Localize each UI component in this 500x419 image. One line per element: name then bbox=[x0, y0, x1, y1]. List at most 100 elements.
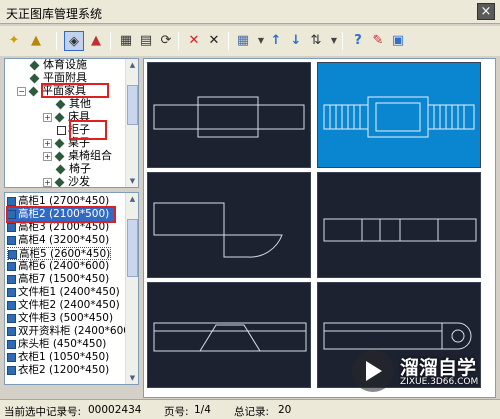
category-icon bbox=[54, 138, 65, 148]
expand-icon[interactable]: + bbox=[43, 151, 52, 161]
list-item[interactable]: 高柜6 (2400*600) bbox=[7, 260, 109, 273]
close-icon: × bbox=[480, 4, 492, 19]
preview-tile[interactable] bbox=[317, 172, 481, 278]
scroll-down-icon[interactable]: ▼ bbox=[127, 175, 138, 187]
preview-tile[interactable] bbox=[147, 62, 311, 168]
category-icon bbox=[28, 86, 39, 96]
expand-icon[interactable]: + bbox=[43, 177, 52, 187]
category-icon bbox=[55, 164, 66, 174]
expand-icon[interactable]: + bbox=[43, 138, 52, 148]
tree-item[interactable]: 椅子 bbox=[55, 163, 91, 175]
list-item[interactable]: 文件柜1 (2400*450) bbox=[7, 286, 120, 299]
cabinet-drawing bbox=[153, 202, 283, 258]
delete-all-button[interactable]: ✕ bbox=[204, 31, 224, 51]
settings-icon: ✎ bbox=[372, 33, 384, 48]
record-icon bbox=[7, 261, 16, 271]
preview-tile-selected[interactable] bbox=[317, 62, 481, 168]
record-icon bbox=[7, 313, 16, 323]
settings-button[interactable]: ✎ bbox=[368, 31, 388, 51]
status-bar: 当前选中记录号: 00002434 页号: 1/4 总记录: 20 bbox=[0, 399, 500, 419]
record-icon bbox=[7, 352, 16, 362]
new-lib-button[interactable]: ✦ bbox=[4, 31, 24, 51]
scroll-thumb[interactable] bbox=[127, 85, 138, 125]
list-item[interactable]: 文件柜3 (500*450) bbox=[7, 312, 113, 325]
watermark: 溜溜自学 ZIXUE.3D66.COM bbox=[352, 350, 492, 394]
category-tree[interactable]: 体育设施 平面附具 − 平面家具 其他 + 床具 柜子 + 桌子 + 桌椅组合 椅子 +… bbox=[4, 58, 139, 188]
record-list[interactable]: 高柜1 (2700*450) 高柜2 (2100*500) 高柜3 (2100*… bbox=[4, 192, 139, 385]
delete-button[interactable]: ✕ bbox=[184, 31, 204, 51]
record-icon bbox=[7, 326, 16, 336]
layout-button[interactable]: ▦ bbox=[233, 31, 253, 51]
list-item[interactable]: 衣柜1 (1050*450) bbox=[7, 351, 109, 364]
title-bar: 天正图库管理系统 × bbox=[0, 0, 500, 24]
toolbar: ✦ ▲ ◈ ▲ ▦ ▤ ⟳ ✕ ✕ ▦ ▼ ↑ ↓ ⇅ ▼ ? ✎ ▣ bbox=[0, 26, 500, 56]
total-value: 20 bbox=[278, 404, 292, 416]
close-button[interactable]: × bbox=[477, 3, 495, 20]
toolbar-separator bbox=[342, 32, 343, 50]
expand-icon[interactable]: + bbox=[43, 112, 52, 122]
scroll-up-icon[interactable]: ▲ bbox=[127, 193, 138, 205]
move-up-icon: ↑ bbox=[270, 33, 282, 48]
record-icon bbox=[7, 339, 16, 349]
sort-button[interactable]: ⇅ bbox=[306, 31, 326, 51]
batch-icon: ▲ bbox=[91, 33, 101, 48]
scroll-down-icon[interactable]: ▼ bbox=[127, 372, 138, 384]
cabinet-drawing bbox=[153, 322, 307, 352]
record-icon bbox=[8, 249, 17, 259]
delete-all-icon: ✕ bbox=[208, 33, 220, 48]
batch-button[interactable]: ▲ bbox=[86, 31, 106, 51]
import-button[interactable]: ▤ bbox=[136, 31, 156, 51]
tree-scrollbar[interactable]: ▲ ▼ bbox=[125, 59, 138, 187]
category-icon bbox=[54, 112, 65, 122]
layout-icon: ▦ bbox=[236, 33, 250, 48]
move-up-button[interactable]: ↑ bbox=[266, 31, 286, 51]
export-icon: ▦ bbox=[119, 33, 133, 48]
list-item[interactable]: 高柜5 (2600*450) bbox=[7, 247, 112, 260]
export-button[interactable]: ▦ bbox=[116, 31, 136, 51]
category-icon bbox=[29, 60, 40, 70]
refresh-button[interactable]: ⟳ bbox=[156, 31, 176, 51]
category-icon bbox=[54, 177, 65, 187]
view-mode-button[interactable]: ◈ bbox=[64, 31, 84, 51]
list-scrollbar[interactable]: ▲ ▼ bbox=[125, 193, 138, 384]
delete-icon: ✕ bbox=[188, 33, 200, 48]
play-logo-icon bbox=[352, 350, 394, 392]
preview-tile[interactable] bbox=[147, 172, 311, 278]
open-lib-button[interactable]: ▲ bbox=[26, 31, 46, 51]
collapse-icon[interactable]: − bbox=[17, 86, 26, 96]
cabinet-drawing bbox=[323, 96, 475, 138]
list-item[interactable]: 文件柜2 (2400*450) bbox=[7, 299, 120, 312]
preview-tile[interactable] bbox=[147, 282, 311, 388]
record-label: 当前选中记录号: bbox=[4, 406, 82, 418]
record-icon bbox=[7, 274, 16, 284]
tree-item[interactable]: 体育设施 bbox=[29, 59, 87, 71]
tree-item[interactable]: + 沙发 bbox=[43, 176, 90, 187]
cabinet-drawing bbox=[153, 96, 305, 138]
list-item[interactable]: 双开资料柜 (2400*600 bbox=[7, 325, 130, 338]
list-item[interactable]: 高柜4 (3200*450) bbox=[7, 234, 109, 247]
scroll-thumb[interactable] bbox=[127, 219, 138, 277]
sort-dropdown[interactable]: ▼ bbox=[324, 31, 344, 51]
tree-item[interactable]: 其他 bbox=[55, 98, 91, 110]
preview-gallery[interactable] bbox=[143, 58, 496, 398]
record-icon bbox=[7, 365, 16, 375]
cabinet-icon bbox=[57, 125, 66, 135]
watermark-url: ZIXUE.3D66.COM bbox=[400, 377, 479, 387]
refresh-icon: ⟳ bbox=[160, 33, 172, 48]
record-icon bbox=[7, 300, 16, 310]
list-item[interactable]: 高柜7 (1500*450) bbox=[7, 273, 109, 286]
category-icon bbox=[29, 73, 40, 83]
info-button[interactable]: ▣ bbox=[388, 31, 408, 51]
page-value: 1/4 bbox=[194, 404, 211, 416]
toolbar-separator bbox=[56, 32, 57, 50]
total-label: 总记录: bbox=[234, 406, 270, 418]
move-down-button[interactable]: ↓ bbox=[286, 31, 306, 51]
list-item[interactable]: 床头柜 (450*450) bbox=[7, 338, 106, 351]
scroll-up-icon[interactable]: ▲ bbox=[127, 59, 138, 71]
list-item[interactable]: 衣柜2 (1200*450) bbox=[7, 364, 109, 377]
help-button[interactable]: ? bbox=[348, 31, 368, 51]
page-label: 页号: bbox=[164, 406, 189, 418]
tree-item[interactable]: + 桌椅组合 bbox=[43, 150, 112, 162]
move-down-icon: ↓ bbox=[290, 33, 302, 48]
record-value: 00002434 bbox=[88, 404, 142, 416]
